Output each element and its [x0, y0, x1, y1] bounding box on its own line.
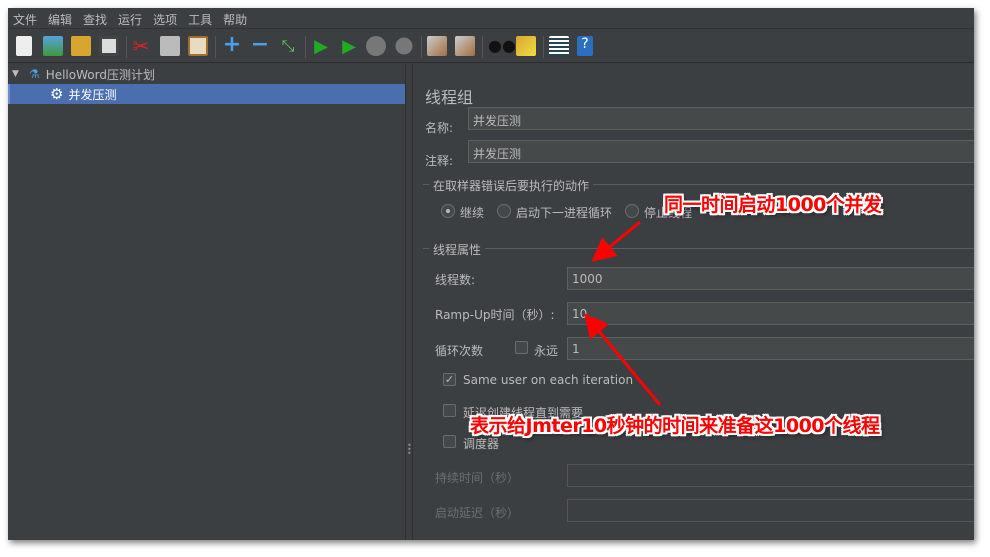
- arrow-to-rampup: [584, 313, 662, 406]
- annotation-top: 同一时间启动1000个并发: [664, 194, 882, 216]
- annotation-arrows: [584, 220, 662, 406]
- arrow-to-threads: [591, 220, 641, 262]
- annotation-bottom: 表示给Jmter10秒钟的时间来准备这1000个线程: [470, 415, 880, 437]
